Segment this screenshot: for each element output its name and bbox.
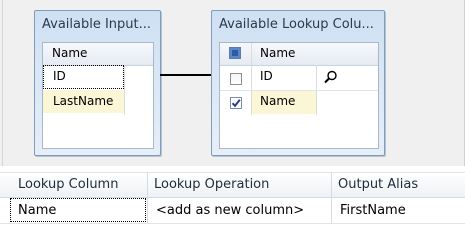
column-header-output-alias[interactable]: Output Alias xyxy=(338,177,418,192)
column-header-lookup-operation[interactable]: Lookup Operation xyxy=(154,177,269,192)
cell-output-alias[interactable]: FirstName xyxy=(340,203,406,218)
lookup-box-title: Available Lookup Colu... xyxy=(219,17,374,32)
lookup-header-name: Name xyxy=(260,46,296,60)
input-box-title: Available Input... xyxy=(42,17,152,32)
header-sep-1 xyxy=(147,173,148,197)
cell-lookup-operation[interactable]: <add as new column> xyxy=(156,203,304,218)
available-input-columns-box[interactable]: Available Input... Name ID LastName xyxy=(34,10,161,156)
magnifier-icon[interactable] xyxy=(324,70,338,84)
input-columns-grid: Name ID LastName xyxy=(42,42,154,149)
canvas-edge xyxy=(2,0,3,166)
input-grid-header: Name xyxy=(43,43,153,66)
row-sep-2 xyxy=(331,197,332,223)
column-header-lookup-column[interactable]: Lookup Column xyxy=(18,177,118,192)
lookup-row-name[interactable]: Name xyxy=(260,94,295,108)
mapping-grid-header: Lookup Column Lookup Operation Output Al… xyxy=(0,172,465,198)
lookup-grid-header: Name xyxy=(220,43,378,66)
input-header-name: Name xyxy=(52,46,88,60)
input-row-id-focus xyxy=(43,65,124,89)
input-row-lastname[interactable]: LastName xyxy=(53,94,113,108)
mapping-cell-focus xyxy=(10,198,146,222)
input-grid-col-sep xyxy=(124,65,125,115)
lookup-columns-grid: Name ID Name xyxy=(219,42,379,149)
designer-canvas: Available Input... Name ID LastName Avai… xyxy=(0,0,465,166)
available-lookup-columns-box[interactable]: Available Lookup Colu... Name ID Name xyxy=(211,10,385,156)
lookup-row-id[interactable]: ID xyxy=(260,69,273,83)
checkmark-icon xyxy=(231,99,241,108)
lookup-mapping-grid: Lookup Column Lookup Operation Output Al… xyxy=(0,166,465,242)
lookup-row-id-checkbox[interactable] xyxy=(230,73,242,85)
row-sep-1 xyxy=(147,197,148,223)
header-sep-2 xyxy=(331,173,332,197)
select-all-checkbox[interactable] xyxy=(229,47,241,59)
